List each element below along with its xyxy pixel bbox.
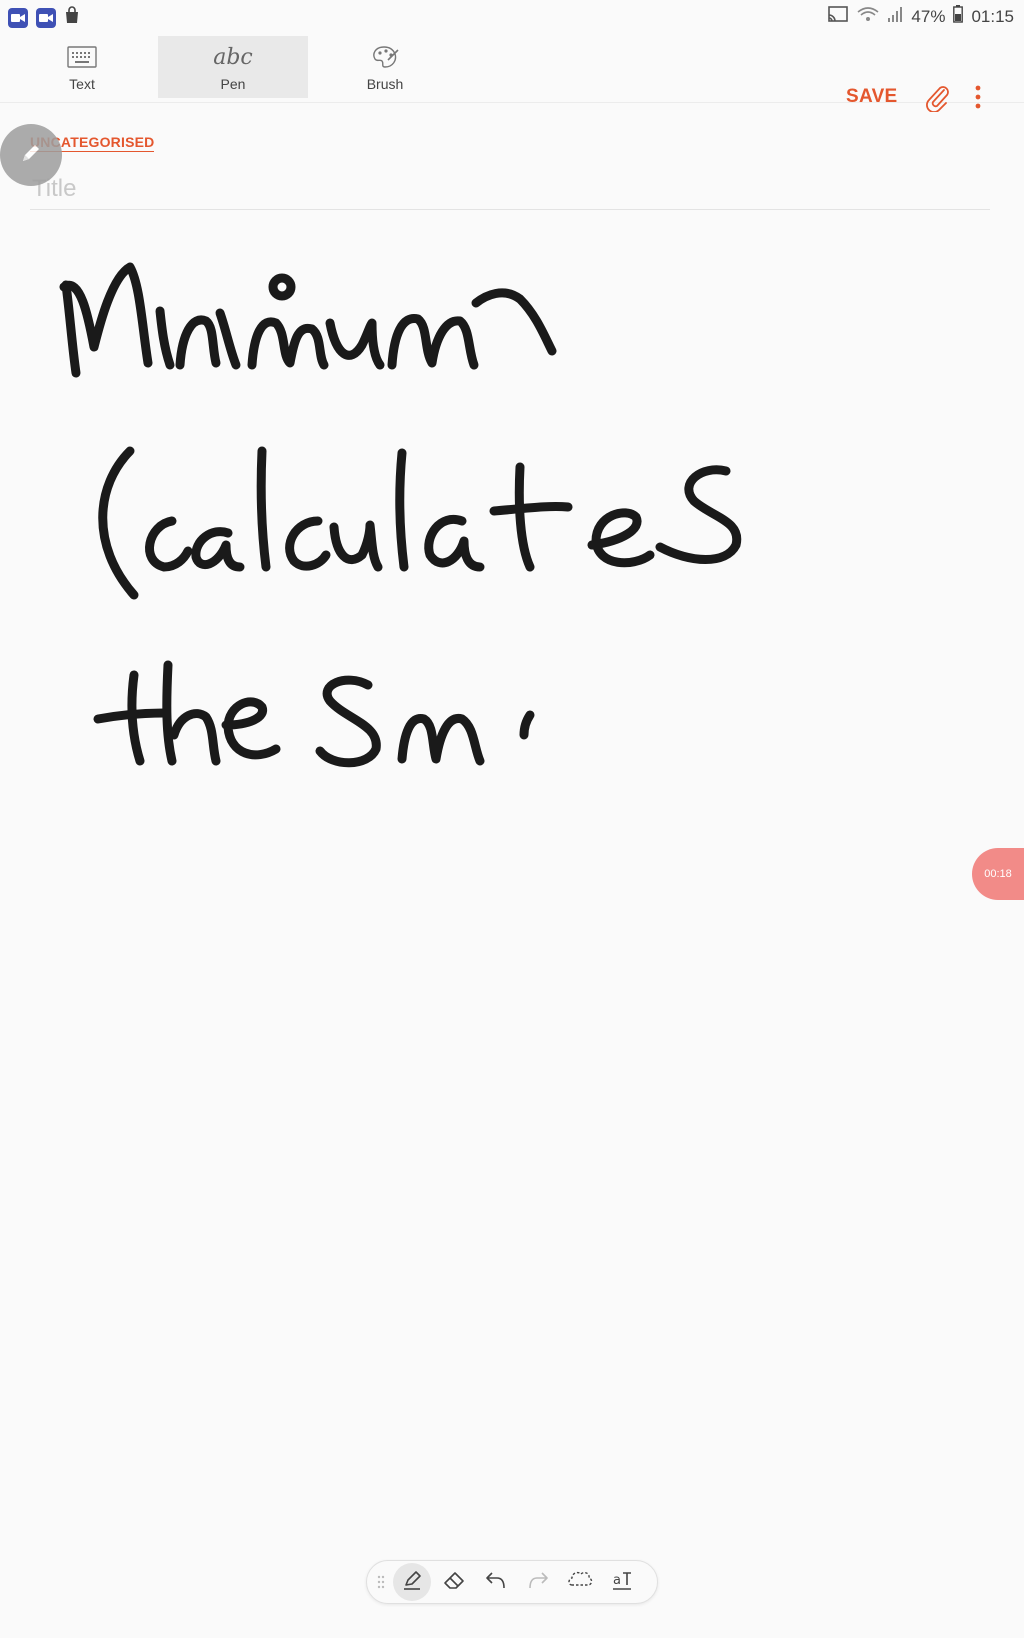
status-indicators: 47% 01:15 (827, 5, 1014, 28)
keyboard-icon (67, 42, 97, 72)
screen-recording-badge[interactable]: 00:18 (972, 848, 1024, 900)
handwriting-canvas[interactable] (0, 215, 1024, 1555)
abc-handwriting-icon: abc (213, 42, 253, 72)
drawing-tools-bar: a (366, 1560, 658, 1604)
handwriting-line-2 (98, 446, 742, 600)
mode-brush-label: Brush (366, 76, 404, 92)
video-call-icon (8, 7, 28, 28)
handwriting-line-3 (93, 660, 535, 768)
lasso-select-button[interactable] (561, 1563, 599, 1601)
mode-text-label: Text (69, 76, 95, 92)
eraser-tool-button[interactable] (435, 1563, 473, 1601)
abc-glyph: abc (213, 44, 253, 70)
lasso-icon (567, 1568, 593, 1597)
redo-icon (526, 1568, 550, 1597)
status-bar: 47% 01:15 (0, 0, 1024, 32)
svg-text:a: a (613, 1573, 621, 1588)
video-call-icon (36, 7, 56, 28)
pencil-icon (19, 141, 43, 170)
note-toolbar: Text abc Pen Brush SAVE (0, 32, 1024, 113)
undo-button[interactable] (477, 1563, 515, 1601)
save-button[interactable]: SAVE (846, 86, 898, 108)
signal-icon (887, 5, 903, 28)
status-notifications (8, 6, 80, 29)
mode-text-button[interactable]: Text (7, 36, 157, 98)
mode-brush-button[interactable]: Brush (310, 36, 460, 98)
pen-tool-button[interactable] (393, 1563, 431, 1601)
handwriting-line-1 (59, 262, 557, 378)
mode-pen-label: Pen (220, 76, 246, 92)
undo-icon (484, 1568, 508, 1597)
pen-icon (400, 1568, 424, 1597)
title-input[interactable] (30, 168, 990, 210)
cast-icon (827, 5, 849, 28)
wifi-icon (857, 5, 879, 28)
floating-pen-button[interactable] (0, 124, 62, 186)
handwriting-strokes (59, 262, 742, 768)
palette-icon (370, 42, 400, 72)
paperclip-icon[interactable] (924, 84, 950, 117)
redo-button[interactable] (519, 1563, 557, 1601)
shopping-bag-icon (64, 6, 80, 29)
text-convert-button[interactable]: a (603, 1563, 641, 1601)
text-convert-icon: a (610, 1568, 634, 1597)
eraser-icon (442, 1568, 466, 1597)
battery-percent: 47% (911, 6, 946, 26)
battery-icon (953, 5, 964, 28)
more-vertical-icon[interactable] (974, 84, 982, 115)
mode-pen-button[interactable]: abc Pen (158, 36, 308, 98)
clock: 01:15 (971, 6, 1014, 26)
drag-handle-icon[interactable] (373, 1574, 389, 1590)
